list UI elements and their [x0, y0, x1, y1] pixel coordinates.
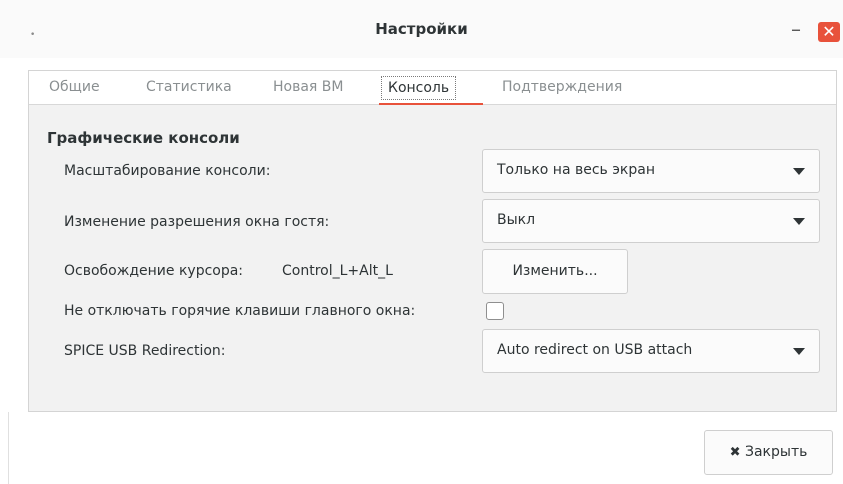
- console-scaling-value: Только на весь экран: [497, 162, 655, 178]
- dropdown-arrow-icon: [793, 348, 805, 355]
- spice-usb-value: Auto redirect on USB attach: [497, 342, 693, 358]
- section-title: Графические консоли: [47, 129, 240, 147]
- close-button-label: Закрыть: [745, 444, 808, 460]
- dropdown-arrow-icon: [793, 168, 805, 175]
- window-title: Настройки: [375, 20, 468, 38]
- console-scaling-label: Масштабирование консоли:: [64, 163, 271, 179]
- active-tab-indicator: [379, 103, 483, 105]
- minimize-button[interactable]: –: [786, 14, 806, 44]
- console-scaling-combo[interactable]: Только на весь экран: [482, 149, 820, 193]
- tab-bar: Общие Статистика Новая ВМ Консоль Подтве…: [29, 71, 836, 105]
- guest-resize-label: Изменение разрешения окна гостя:: [64, 214, 330, 230]
- tab-general[interactable]: Общие: [49, 79, 100, 101]
- tab-statistics[interactable]: Статистика: [146, 79, 232, 101]
- grab-keys-label: Освобождение курсора:: [64, 263, 244, 279]
- close-dialog-button[interactable]: ✖ Закрыть: [704, 430, 833, 475]
- keep-hotkeys-label: Не отключать горячие клавиши главного ок…: [64, 303, 416, 319]
- tab-new-vm[interactable]: Новая ВМ: [273, 79, 343, 101]
- spice-usb-combo[interactable]: Auto redirect on USB attach: [482, 329, 820, 373]
- guest-resize-combo[interactable]: Выкл: [482, 199, 820, 243]
- spice-usb-label: SPICE USB Redirection:: [64, 343, 226, 359]
- tab-confirmations[interactable]: Подтверждения: [502, 79, 622, 101]
- title-bar: • Настройки – ✕: [0, 0, 843, 58]
- dialog-edge: [8, 412, 9, 484]
- close-icon: ✖: [729, 445, 741, 460]
- guest-resize-value: Выкл: [497, 212, 536, 228]
- preferences-notebook: Общие Статистика Новая ВМ Консоль Подтве…: [28, 70, 837, 412]
- keep-hotkeys-checkbox[interactable]: [486, 302, 504, 320]
- window-close-button[interactable]: ✕: [818, 22, 840, 42]
- tab-console[interactable]: Консоль: [381, 76, 457, 100]
- change-grab-keys-button[interactable]: Изменить...: [482, 249, 628, 294]
- dropdown-arrow-icon: [793, 218, 805, 225]
- grab-keys-value: Control_L+Alt_L: [282, 263, 393, 279]
